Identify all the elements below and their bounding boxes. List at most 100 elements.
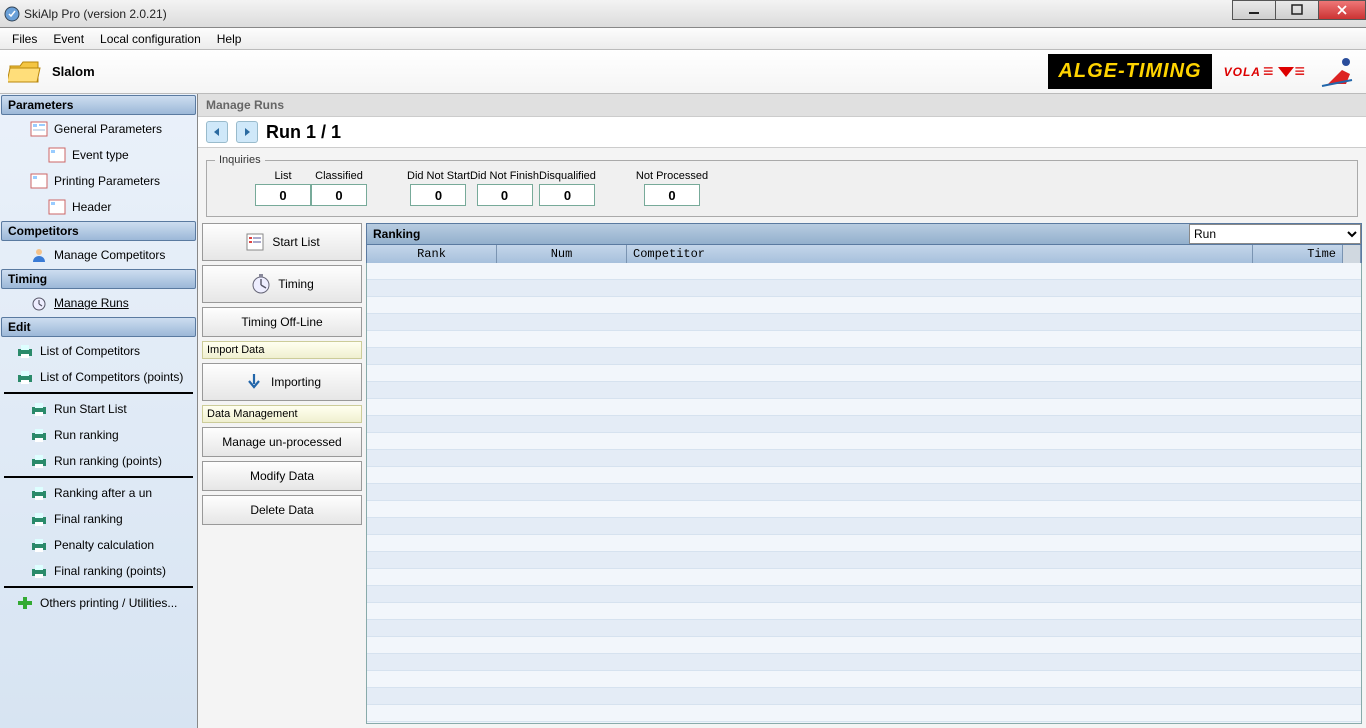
sidebar-item-run-ranking-points[interactable]: Run ranking (points) [0, 448, 197, 474]
table-row[interactable] [367, 399, 1361, 416]
start-list-button[interactable]: Start List [202, 223, 362, 261]
inquiry-label-np: Not Processed [636, 170, 708, 182]
table-row[interactable] [367, 297, 1361, 314]
menu-files[interactable]: Files [4, 30, 45, 48]
sidebar-item-run-start-list[interactable]: Run Start List [0, 396, 197, 422]
table-row[interactable] [367, 637, 1361, 654]
sidebar-section-timing: Timing [1, 269, 196, 289]
close-button[interactable] [1318, 0, 1366, 20]
col-num[interactable]: Num [497, 245, 627, 263]
printer-icon [30, 511, 48, 527]
table-row[interactable] [367, 586, 1361, 603]
table-row[interactable] [367, 535, 1361, 552]
col-competitor[interactable]: Competitor [627, 245, 1253, 263]
printer-icon [16, 369, 34, 385]
timing-button[interactable]: Timing [202, 265, 362, 303]
sidebar-item-ranking-after-run[interactable]: Ranking after a un [0, 480, 197, 506]
menu-help[interactable]: Help [209, 30, 250, 48]
window-title: SkiAlp Pro (version 2.0.21) [24, 7, 167, 21]
printer-icon [30, 537, 48, 553]
folder-icon [8, 58, 42, 86]
table-row[interactable] [367, 518, 1361, 535]
data-management-group: Data Management [202, 405, 362, 423]
main-area: Parameters General Parameters Event type… [0, 94, 1366, 728]
menu-local-configuration[interactable]: Local configuration [92, 30, 209, 48]
table-row[interactable] [367, 705, 1361, 722]
sidebar: Parameters General Parameters Event type… [0, 94, 198, 728]
table-row[interactable] [367, 501, 1361, 518]
table-row[interactable] [367, 348, 1361, 365]
sidebar-item-list-competitors[interactable]: List of Competitors [0, 338, 197, 364]
clock-icon [250, 273, 272, 295]
table-row[interactable] [367, 620, 1361, 637]
table-row[interactable] [367, 450, 1361, 467]
col-time[interactable]: Time [1253, 245, 1343, 263]
inquiry-label-dnf: Did Not Finish [470, 170, 539, 182]
sidebar-item-run-ranking[interactable]: Run ranking [0, 422, 197, 448]
modify-data-button[interactable]: Modify Data [202, 461, 362, 491]
delete-data-button[interactable]: Delete Data [202, 495, 362, 525]
sidebar-item-header[interactable]: Header [0, 194, 197, 220]
sidebar-item-others-printing[interactable]: Others printing / Utilities... [0, 590, 197, 616]
sidebar-item-final-ranking[interactable]: Final ranking [0, 506, 197, 532]
printer-icon [30, 453, 48, 469]
sidebar-divider [4, 586, 193, 588]
inquiry-label-classified: Classified [315, 170, 363, 182]
table-row[interactable] [367, 552, 1361, 569]
table-row[interactable] [367, 416, 1361, 433]
sidebar-section-edit: Edit [1, 317, 196, 337]
col-scroll-gutter [1343, 245, 1361, 263]
minimize-button[interactable] [1232, 0, 1276, 20]
ranking-body[interactable] [366, 263, 1362, 724]
prev-run-button[interactable] [206, 121, 228, 143]
next-run-button[interactable] [236, 121, 258, 143]
table-row[interactable] [367, 688, 1361, 705]
inquiry-classified-value[interactable] [311, 184, 367, 206]
table-row[interactable] [367, 433, 1361, 450]
window-controls [1233, 0, 1366, 20]
printer-icon [30, 485, 48, 501]
table-row[interactable] [367, 484, 1361, 501]
table-row[interactable] [367, 314, 1361, 331]
vola-logo: VOLA≡≡ [1218, 57, 1312, 86]
inquiry-np-value[interactable] [644, 184, 700, 206]
sidebar-item-printing-parameters[interactable]: Printing Parameters [0, 168, 197, 194]
sidebar-item-final-ranking-points[interactable]: Final ranking (points) [0, 558, 197, 584]
table-row[interactable] [367, 654, 1361, 671]
printer-icon [30, 427, 48, 443]
table-row[interactable] [367, 280, 1361, 297]
inquiry-dsq-value[interactable] [539, 184, 595, 206]
inquiry-list-value[interactable] [255, 184, 311, 206]
table-row[interactable] [367, 331, 1361, 348]
table-row[interactable] [367, 263, 1361, 280]
sidebar-item-general-parameters[interactable]: General Parameters [0, 116, 197, 142]
menu-event[interactable]: Event [45, 30, 92, 48]
actions-panel: Start List Timing Timing Off-Line Import… [198, 219, 366, 728]
importing-button[interactable]: Importing [202, 363, 362, 401]
timing-offline-button[interactable]: Timing Off-Line [202, 307, 362, 337]
skier-icon [1318, 54, 1358, 90]
sidebar-item-list-competitors-points[interactable]: List of Competitors (points) [0, 364, 197, 390]
table-row[interactable] [367, 365, 1361, 382]
sidebar-section-competitors: Competitors [1, 221, 196, 241]
sidebar-item-manage-runs[interactable]: Manage Runs [0, 290, 197, 316]
table-row[interactable] [367, 467, 1361, 484]
list-icon [244, 231, 266, 253]
table-row[interactable] [367, 603, 1361, 620]
ranking-run-select[interactable]: Run [1189, 224, 1361, 244]
sidebar-item-penalty-calculation[interactable]: Penalty calculation [0, 532, 197, 558]
manage-unprocessed-button[interactable]: Manage un-processed [202, 427, 362, 457]
table-row[interactable] [367, 671, 1361, 688]
table-row[interactable] [367, 569, 1361, 586]
maximize-button[interactable] [1275, 0, 1319, 20]
inquiry-dns-value[interactable] [410, 184, 466, 206]
sidebar-item-event-type[interactable]: Event type [0, 142, 197, 168]
col-rank[interactable]: Rank [367, 245, 497, 263]
import-data-group: Import Data [202, 341, 362, 359]
table-row[interactable] [367, 382, 1361, 399]
ranking-title: Ranking [367, 225, 1189, 243]
inquiry-dnf-value[interactable] [477, 184, 533, 206]
breadcrumb: Manage Runs [198, 94, 1366, 117]
sidebar-item-manage-competitors[interactable]: Manage Competitors [0, 242, 197, 268]
event-type-label: Slalom [52, 64, 95, 79]
